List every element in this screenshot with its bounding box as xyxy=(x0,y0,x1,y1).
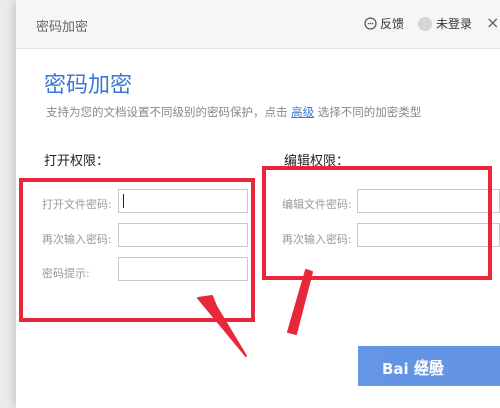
arrow-left xyxy=(197,295,247,357)
annotation-arrows xyxy=(197,269,313,357)
arrow-right xyxy=(287,269,313,335)
